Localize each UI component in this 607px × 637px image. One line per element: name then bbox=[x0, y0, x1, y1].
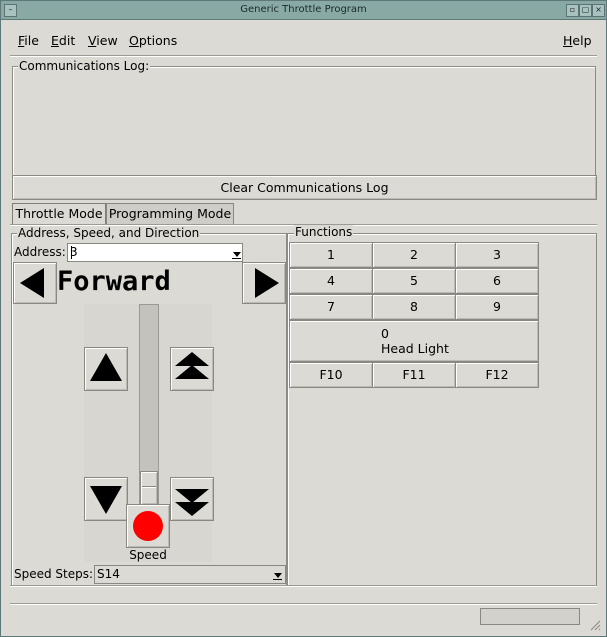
speed-label: Speed bbox=[129, 548, 167, 562]
function-8-button[interactable]: 8 bbox=[372, 294, 456, 320]
speed-min-down-button[interactable] bbox=[170, 477, 214, 521]
double-up-arrow-icon bbox=[175, 352, 209, 379]
function-10-button[interactable]: F10 bbox=[289, 362, 373, 388]
text-cursor bbox=[71, 246, 72, 259]
function-7-button[interactable]: 7 bbox=[289, 294, 373, 320]
double-down-arrow-icon bbox=[175, 489, 209, 516]
window-menu-icon[interactable]: – bbox=[4, 4, 17, 17]
speed-max-up-button[interactable] bbox=[170, 347, 214, 391]
speed-steps-combobox[interactable]: S14 bbox=[94, 565, 286, 584]
speed-down-button[interactable] bbox=[84, 477, 128, 521]
communications-log-area[interactable] bbox=[14, 74, 594, 172]
menu-separator bbox=[10, 55, 597, 57]
function-6-button[interactable]: 6 bbox=[455, 268, 539, 294]
dropdown-underline bbox=[232, 258, 241, 259]
function-5-button[interactable]: 5 bbox=[372, 268, 456, 294]
title-bar[interactable]: Generic Throttle Program – ▫ ▢ × bbox=[1, 1, 606, 20]
address-dropdown-icon[interactable] bbox=[233, 252, 241, 257]
dropdown-underline bbox=[273, 579, 282, 580]
status-progress-field bbox=[480, 608, 580, 625]
function-11-button[interactable]: F11 bbox=[372, 362, 456, 388]
tab-programming-mode[interactable]: Programming Mode bbox=[106, 203, 234, 224]
speed-steps-label: Speed Steps: bbox=[14, 567, 94, 581]
minimize-icon[interactable]: ▫ bbox=[566, 4, 579, 17]
function-9-button[interactable]: 9 bbox=[455, 294, 539, 320]
clear-communications-log-button[interactable]: Clear Communications Log bbox=[12, 175, 597, 200]
address-label: Address: bbox=[14, 245, 66, 259]
right-arrow-icon bbox=[255, 268, 279, 298]
reverse-button[interactable] bbox=[13, 262, 57, 304]
status-separator-top bbox=[10, 585, 597, 587]
speed-steps-value: S14 bbox=[97, 567, 120, 581]
tab-throttle-mode[interactable]: Throttle Mode bbox=[12, 203, 106, 224]
down-arrow-icon bbox=[90, 486, 122, 514]
status-separator-bottom bbox=[10, 603, 597, 605]
resize-grip-icon[interactable] bbox=[589, 619, 601, 631]
window-title: Generic Throttle Program bbox=[240, 4, 367, 15]
function-12-button[interactable]: F12 bbox=[455, 362, 539, 388]
function-1-button[interactable]: 1 bbox=[289, 242, 373, 268]
menu-options[interactable]: Options bbox=[129, 33, 177, 48]
up-arrow-icon bbox=[90, 353, 122, 381]
communications-log-label: Communications Log: bbox=[18, 59, 151, 73]
function-0-name: Head Light bbox=[381, 341, 449, 356]
function-2-button[interactable]: 2 bbox=[372, 242, 456, 268]
menu-view[interactable]: View bbox=[88, 33, 118, 48]
stop-button[interactable] bbox=[126, 504, 170, 548]
menu-edit[interactable]: Edit bbox=[51, 33, 75, 48]
stop-icon bbox=[133, 511, 163, 541]
speed-slider-thumb[interactable] bbox=[140, 471, 158, 505]
close-icon[interactable]: × bbox=[592, 4, 605, 17]
direction-indicator: Forward bbox=[57, 266, 171, 297]
address-combobox[interactable]: 3 bbox=[67, 243, 243, 262]
menu-file[interactable]: File bbox=[18, 33, 39, 48]
maximize-icon[interactable]: ▢ bbox=[579, 4, 592, 17]
function-0-headlight-button[interactable]: 0 Head Light bbox=[289, 320, 539, 362]
left-arrow-icon bbox=[20, 268, 44, 298]
function-3-button[interactable]: 3 bbox=[455, 242, 539, 268]
function-4-button[interactable]: 4 bbox=[289, 268, 373, 294]
functions-label: Functions bbox=[294, 225, 354, 239]
address-speed-direction-label: Address, Speed, and Direction bbox=[17, 226, 201, 240]
function-0-number: 0 bbox=[381, 326, 389, 341]
menu-help[interactable]: Help bbox=[563, 33, 592, 48]
forward-button[interactable] bbox=[242, 262, 286, 304]
speed-steps-dropdown-icon[interactable] bbox=[274, 573, 282, 578]
speed-up-button[interactable] bbox=[84, 347, 128, 391]
